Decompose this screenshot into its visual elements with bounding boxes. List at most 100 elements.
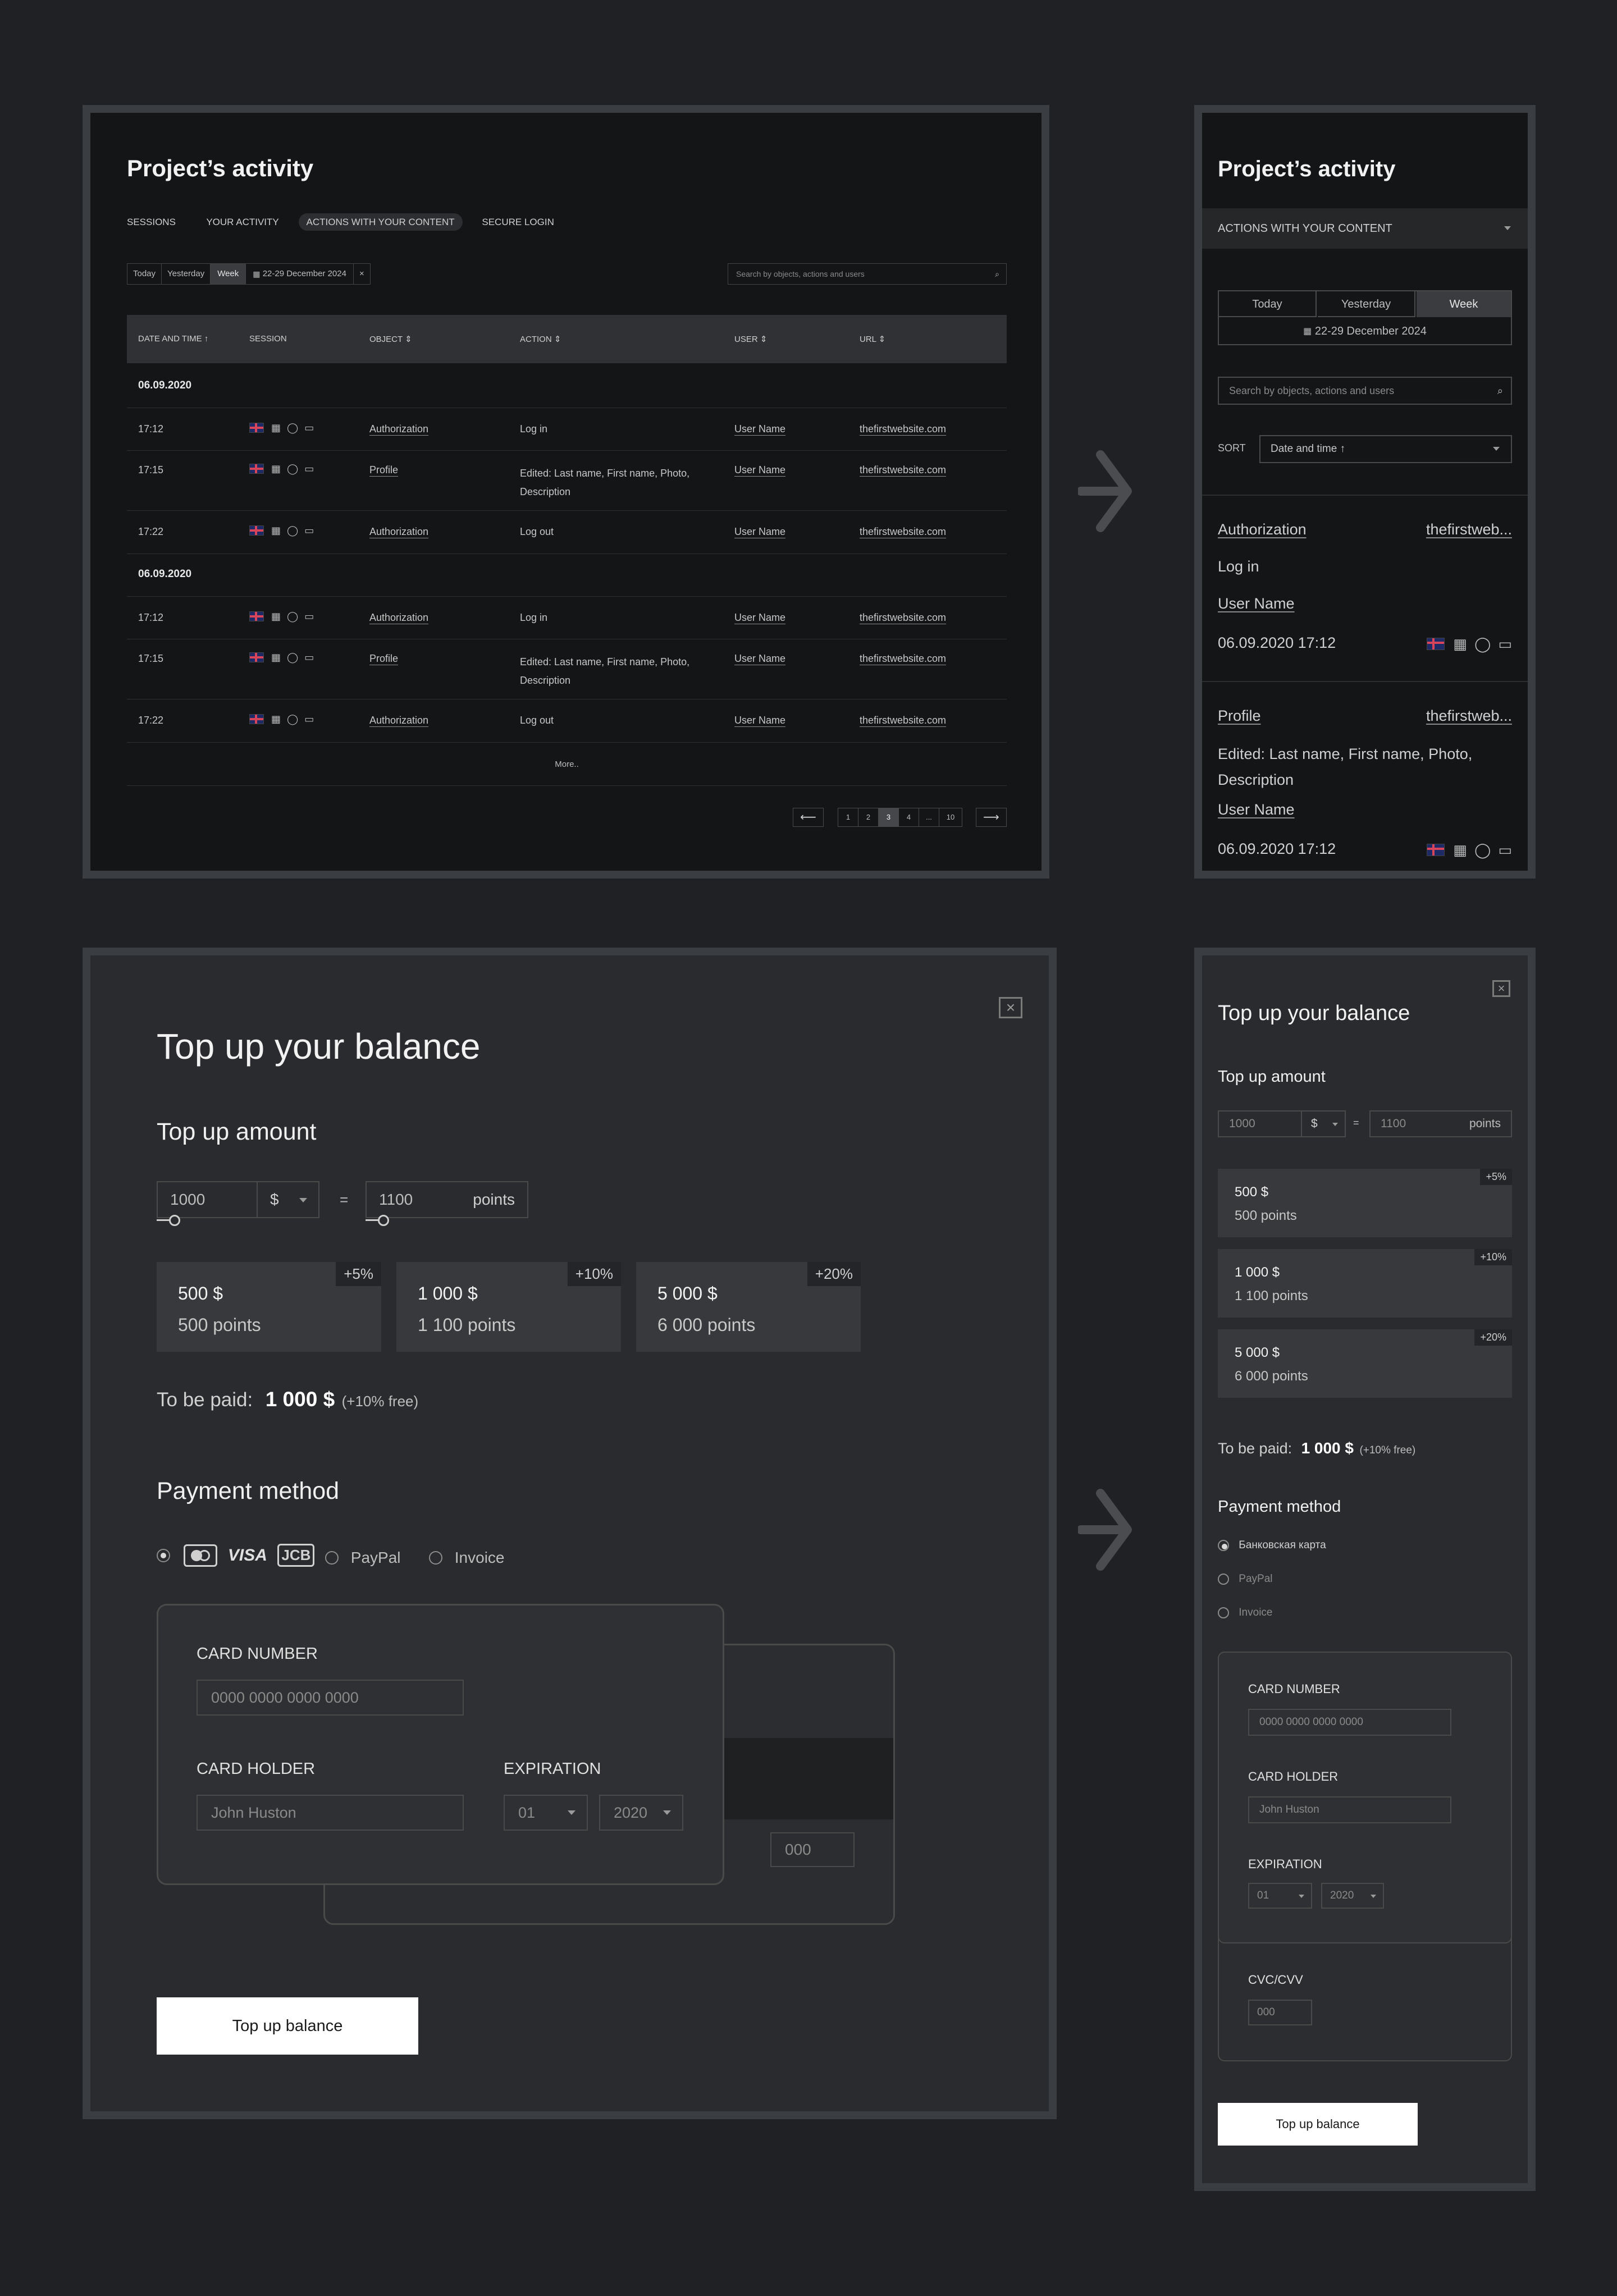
row-object-link[interactable]: Authorization [369, 612, 428, 624]
package-card[interactable]: +10% 1 000 $ 1 100 points [1218, 1249, 1512, 1318]
slider-thumb[interactable] [378, 1215, 389, 1226]
top-up-button[interactable]: Top up balance [157, 1997, 418, 2055]
pagination-next[interactable]: ⟶ [976, 808, 1007, 827]
points-input[interactable]: 1100 points [366, 1181, 528, 1218]
search-input[interactable]: Search by objects, actions and users ⌕ [728, 263, 1007, 285]
page-button[interactable]: 10 [939, 808, 962, 826]
currency-select[interactable]: $ [1301, 1110, 1346, 1137]
card-object-link[interactable]: Profile [1218, 707, 1261, 725]
payment-option-invoice[interactable]: Invoice [429, 1548, 505, 1567]
page-button[interactable]: 2 [858, 808, 879, 826]
cvc-input[interactable]: 000 [1248, 2000, 1312, 2025]
date-range-field[interactable]: ▦ 22-29 December 2024 [1219, 318, 1511, 344]
tab-secure-login[interactable]: SECURE LOGIN [482, 217, 554, 227]
amount-input[interactable]: 1000 [1218, 1110, 1302, 1137]
card-url-link[interactable]: thefirstweb... [1426, 521, 1512, 538]
amount-input[interactable]: 1000 [157, 1181, 258, 1218]
close-button[interactable]: × [999, 997, 1022, 1018]
exp-month-select[interactable]: 01 [1248, 1883, 1312, 1909]
col-object[interactable]: OBJECT ⇕ [369, 334, 412, 344]
close-button[interactable]: × [1492, 980, 1510, 997]
row-user-link[interactable]: User Name [734, 423, 785, 435]
clear-dates-button[interactable]: × [354, 264, 370, 284]
row-url-link[interactable]: thefirstwebsite.com [860, 612, 946, 624]
row-user-link[interactable]: User Name [734, 612, 785, 624]
radio-card[interactable] [157, 1548, 170, 1562]
package-card[interactable]: +5% 500 $ 500 points [1218, 1169, 1512, 1237]
date-range-field[interactable]: ▦ 22-29 December 2024 [245, 264, 354, 284]
col-date[interactable]: DATE AND TIME ↑ [138, 334, 208, 344]
card-user-link[interactable]: User Name [1218, 801, 1295, 818]
filter-today[interactable]: Today [1219, 291, 1317, 317]
top-up-button[interactable]: Top up balance [1218, 2103, 1418, 2146]
radio-paypal[interactable] [1218, 1574, 1229, 1585]
col-user[interactable]: USER ⇕ [734, 334, 767, 344]
page-button-active[interactable]: 3 [879, 808, 898, 826]
card-url-link[interactable]: thefirstweb... [1426, 707, 1512, 725]
radio-invoice[interactable] [1218, 1607, 1229, 1618]
currency-select[interactable]: $ [257, 1181, 319, 1218]
exp-year-select[interactable]: 2020 [599, 1795, 683, 1831]
filter-yesterday[interactable]: Yesterday [162, 264, 211, 284]
filter-yesterday[interactable]: Yesterday [1318, 291, 1415, 317]
row-user-link[interactable]: User Name [734, 526, 785, 538]
row-object-link[interactable]: Profile [369, 653, 398, 665]
exp-month-select[interactable]: 01 [504, 1795, 588, 1831]
payment-option-paypal[interactable]: PayPal [1218, 1573, 1272, 1585]
row-object-link[interactable]: Authorization [369, 423, 428, 435]
cvc-input[interactable]: 000 [770, 1832, 855, 1867]
package-price: 500 $ [1235, 1184, 1269, 1200]
col-url[interactable]: URL ⇕ [860, 334, 885, 344]
payment-option-card[interactable]: VISA JCB [157, 1544, 315, 1570]
page-button[interactable]: 4 [898, 808, 919, 826]
payment-option-invoice[interactable]: Invoice [1218, 1607, 1272, 1619]
arrow-right-icon [1078, 1489, 1132, 1571]
points-slider[interactable] [366, 1215, 528, 1226]
payment-option-card[interactable]: Банковская карта [1218, 1539, 1326, 1552]
package-card[interactable]: +5% 500 $ 500 points [157, 1262, 381, 1352]
card-object-link[interactable]: Authorization [1218, 521, 1307, 538]
radio-invoice[interactable] [429, 1551, 442, 1565]
filter-week[interactable]: Week [1417, 291, 1511, 317]
sort-select[interactable]: Date and time ↑ [1259, 435, 1512, 463]
card-number-input[interactable]: 0000 0000 0000 0000 [1248, 1709, 1451, 1736]
points-input[interactable]: 1100 points [1369, 1110, 1512, 1137]
row-url-link[interactable]: thefirstwebsite.com [860, 464, 946, 476]
tab-sessions[interactable]: SESSIONS [127, 217, 176, 227]
row-url-link[interactable]: thefirstwebsite.com [860, 526, 946, 538]
card-holder-input[interactable]: John Huston [197, 1795, 464, 1831]
card-number-input[interactable]: 0000 0000 0000 0000 [197, 1680, 464, 1716]
col-action[interactable]: ACTION ⇕ [520, 334, 561, 344]
content-type-dropdown[interactable]: ACTIONS WITH YOUR CONTENT [1202, 208, 1528, 249]
row-url-link[interactable]: thefirstwebsite.com [860, 653, 946, 665]
exp-year-select[interactable]: 2020 [1321, 1883, 1384, 1909]
row-url-link[interactable]: thefirstwebsite.com [860, 715, 946, 726]
package-points: 500 points [178, 1315, 261, 1335]
tab-actions-with-content[interactable]: ACTIONS WITH YOUR CONTENT [298, 213, 463, 231]
page-button[interactable]: 1 [838, 808, 858, 826]
row-user-link[interactable]: User Name [734, 653, 785, 665]
package-points: 500 points [1235, 1208, 1297, 1223]
radio-paypal[interactable] [325, 1551, 339, 1565]
tab-your-activity[interactable]: YOUR ACTIVITY [206, 217, 278, 227]
card-holder-input[interactable]: John Huston [1248, 1796, 1451, 1823]
package-card[interactable]: +20% 5 000 $ 6 000 points [636, 1262, 861, 1352]
row-object-link[interactable]: Authorization [369, 715, 428, 726]
package-card[interactable]: +20% 5 000 $ 6 000 points [1218, 1329, 1512, 1398]
row-user-link[interactable]: User Name [734, 715, 785, 726]
card-user-link[interactable]: User Name [1218, 595, 1295, 612]
row-object-link[interactable]: Profile [369, 464, 398, 476]
amount-slider[interactable] [157, 1215, 258, 1226]
row-url-link[interactable]: thefirstwebsite.com [860, 423, 946, 435]
pagination-prev[interactable]: ⟵ [793, 808, 824, 827]
row-user-link[interactable]: User Name [734, 464, 785, 476]
slider-thumb[interactable] [169, 1215, 180, 1226]
payment-option-paypal[interactable]: PayPal [325, 1548, 401, 1567]
radio-card[interactable] [1218, 1540, 1229, 1551]
filter-today[interactable]: Today [127, 264, 162, 284]
search-input[interactable]: Search by objects, actions and users ⌕ [1218, 377, 1512, 405]
more-link[interactable]: More.. [127, 743, 1007, 786]
filter-week[interactable]: Week [211, 264, 246, 284]
row-object-link[interactable]: Authorization [369, 526, 428, 538]
package-card[interactable]: +10% 1 000 $ 1 100 points [396, 1262, 621, 1352]
